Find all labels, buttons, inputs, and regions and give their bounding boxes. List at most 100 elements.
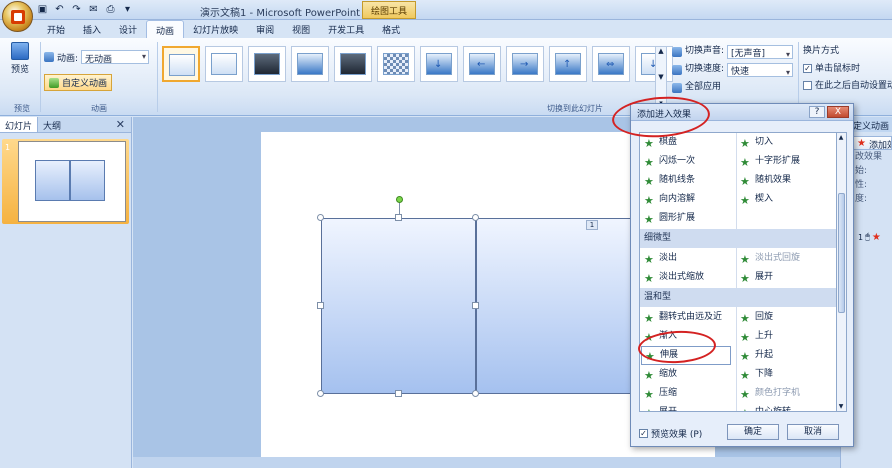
- effect-flash-once[interactable]: 闪烁一次: [644, 152, 732, 172]
- transition-wipe-right[interactable]: →: [506, 46, 544, 82]
- resize-handle[interactable]: [317, 214, 324, 221]
- office-button[interactable]: [2, 1, 33, 32]
- resize-handle[interactable]: [317, 390, 324, 397]
- tab-view[interactable]: 视图: [283, 20, 319, 38]
- resize-handle[interactable]: [395, 214, 402, 221]
- preview-button[interactable]: 预览: [6, 42, 34, 75]
- effect-zoom[interactable]: 缩放: [644, 365, 732, 385]
- preview-effect-checkbox[interactable]: ✓: [639, 429, 648, 438]
- rotation-handle[interactable]: [396, 196, 403, 203]
- effect-rise-up[interactable]: 升起: [740, 346, 834, 366]
- transition-cut-black[interactable]: [334, 46, 372, 82]
- effect-dissolve-in[interactable]: 向内溶解: [644, 190, 732, 210]
- effect-expand[interactable]: 展开: [740, 268, 834, 288]
- rectangle-shape-right[interactable]: [476, 218, 636, 394]
- auto-advance-checkbox[interactable]: [803, 81, 812, 90]
- resize-handle[interactable]: [472, 302, 479, 309]
- transition-fade-black[interactable]: [248, 46, 286, 82]
- tab-developer[interactable]: 开发工具: [319, 20, 373, 38]
- resize-handle[interactable]: [395, 390, 402, 397]
- transition-thumb: [383, 53, 409, 75]
- transition-fade-smooth[interactable]: [205, 46, 243, 82]
- effect-star-icon: [644, 153, 655, 172]
- tab-home[interactable]: 开始: [38, 20, 74, 38]
- rectangle-shape-left[interactable]: [321, 218, 476, 394]
- effect-fade[interactable]: 淡出: [644, 249, 732, 269]
- on-click-checkbox[interactable]: ✓: [803, 64, 812, 73]
- sound-combo[interactable]: [无声音]: [727, 44, 794, 62]
- effects-scrollbar[interactable]: ▲ ▼: [837, 132, 847, 412]
- separator: [798, 42, 799, 112]
- effect-label: 压缩: [659, 388, 678, 398]
- help-button[interactable]: ?: [809, 106, 825, 118]
- customize-qat-icon[interactable]: ▾: [121, 3, 134, 16]
- tab-format[interactable]: 格式: [373, 20, 409, 38]
- transition-split[interactable]: ⇔: [592, 46, 630, 82]
- effect-faded-zoom[interactable]: 淡出式缩放: [644, 268, 732, 288]
- tab-design[interactable]: 设计: [110, 20, 146, 38]
- tab-outline[interactable]: 大纲: [38, 117, 66, 132]
- effect-wedge[interactable]: 楔入: [740, 190, 834, 210]
- transition-options: 切换声音: [无声音] 切换速度: 快速 全部应用: [672, 44, 794, 95]
- resize-handle[interactable]: [317, 302, 324, 309]
- effect-boomerang[interactable]: 回旋: [740, 308, 834, 328]
- transition-wipe-up[interactable]: ↑: [549, 46, 587, 82]
- tab-slideshow[interactable]: 幻灯片放映: [184, 20, 247, 38]
- title-bar: ▣ ↶ ↷ ✉ ⎙ ▾ 演示文稿1 - Microsoft PowerPoint…: [0, 0, 892, 20]
- tab-slides[interactable]: 幻灯片: [0, 117, 39, 132]
- effect-color-typewriter[interactable]: 颜色打字机: [740, 384, 834, 404]
- scroll-up-icon[interactable]: ▲: [837, 134, 845, 141]
- resize-handle[interactable]: [472, 390, 479, 397]
- notes-splitter[interactable]: [133, 457, 892, 468]
- transition-wipe-down[interactable]: ↓: [420, 46, 458, 82]
- effect-descend[interactable]: 下降: [740, 365, 834, 385]
- redo-icon[interactable]: ↷: [70, 3, 83, 16]
- apply-all-button[interactable]: 全部应用: [685, 80, 721, 95]
- transition-none[interactable]: [162, 46, 200, 82]
- preview-icon: [11, 42, 29, 60]
- ok-button[interactable]: 确定: [727, 424, 779, 440]
- effect-faded-swivel[interactable]: 淡出式回旋: [740, 249, 834, 269]
- effect-ascend[interactable]: 上升: [740, 327, 834, 347]
- save-icon[interactable]: ▣: [36, 3, 49, 16]
- drawing-tools-tab[interactable]: 绘图工具: [362, 1, 417, 19]
- effect-star-icon: [644, 309, 655, 328]
- effect-center-revolve[interactable]: 中心旋转: [740, 403, 834, 411]
- mail-icon[interactable]: ✉: [87, 3, 100, 16]
- close-icon[interactable]: ✕: [116, 118, 125, 131]
- speed-combo[interactable]: 快速: [727, 62, 794, 80]
- slides-panel-tabs: 幻灯片 大纲 ✕: [0, 117, 131, 133]
- scroll-down-icon[interactable]: ▼: [658, 73, 663, 81]
- transition-dissolve[interactable]: [377, 46, 415, 82]
- close-button[interactable]: X: [827, 106, 849, 118]
- transition-wipe-left[interactable]: ←: [463, 46, 501, 82]
- transition-cut[interactable]: [291, 46, 329, 82]
- scroll-thumb[interactable]: [838, 193, 845, 313]
- scroll-up-icon[interactable]: ▲: [658, 47, 663, 55]
- tab-insert[interactable]: 插入: [74, 20, 110, 38]
- resize-handle[interactable]: [472, 214, 479, 221]
- effect-plus[interactable]: 十字形扩展: [740, 152, 834, 172]
- print-icon[interactable]: ⎙: [104, 3, 117, 16]
- effect-circle[interactable]: 圆形扩展: [644, 209, 732, 229]
- effect-compress[interactable]: 压缩: [644, 384, 732, 404]
- list-row: 圆形扩展: [640, 209, 836, 229]
- undo-icon[interactable]: ↶: [53, 3, 66, 16]
- tab-animations[interactable]: 动画: [146, 20, 185, 38]
- animation-combo[interactable]: 无动画: [81, 50, 150, 65]
- scroll-down-icon[interactable]: ▼: [837, 403, 845, 410]
- add-effect-button[interactable]: ★ 添加效: [853, 136, 892, 150]
- arrow-right-icon: →: [520, 59, 529, 70]
- effect-grow-turn[interactable]: 翻转式由远及近: [644, 308, 732, 328]
- tab-review[interactable]: 审阅: [247, 20, 283, 38]
- effect-unfold[interactable]: 展开: [644, 403, 732, 411]
- transition-group-label: 切换到此幻灯片: [547, 104, 603, 113]
- effect-random[interactable]: 随机效果: [740, 171, 834, 191]
- slide-thumbnail[interactable]: [18, 141, 126, 222]
- effect-random-bars[interactable]: 随机线条: [644, 171, 732, 191]
- transition-more[interactable]: ↓: [635, 46, 673, 82]
- custom-animation-button[interactable]: 自定义动画: [44, 74, 113, 91]
- effect-peek-in[interactable]: 切入: [740, 133, 834, 153]
- animation-list-item[interactable]: 1 🖱 ★: [858, 230, 892, 244]
- cancel-button[interactable]: 取消: [787, 424, 839, 440]
